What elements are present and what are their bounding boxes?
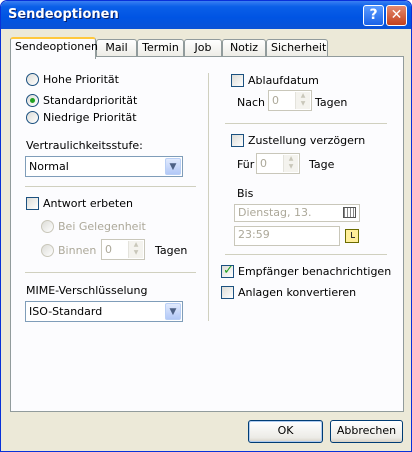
priority-low-label: Niedrige Priorität [43, 111, 137, 124]
help-button[interactable]: ? [363, 5, 384, 26]
priority-standard-radio[interactable] [26, 94, 39, 107]
delay-for-label: Für [237, 158, 255, 171]
priority-high-radio[interactable] [26, 73, 39, 86]
tab-mail[interactable]: Mail [96, 39, 137, 57]
expiry-checkbox[interactable] [231, 74, 244, 87]
divider [25, 186, 196, 187]
priority-low-radio[interactable] [26, 111, 39, 124]
convert-attachments-checkbox[interactable] [221, 286, 234, 299]
reply-within-label: Binnen [58, 244, 97, 257]
mime-select[interactable]: ISO-Standard ▼ [25, 301, 183, 322]
expiry-days-stepper[interactable]: 0 ▲ ▼ [268, 90, 312, 111]
divider [225, 123, 387, 124]
delay-days-unit: Tage [309, 158, 335, 171]
expiry-days-value: 0 [272, 94, 279, 107]
ok-button[interactable]: OK [248, 420, 323, 443]
confidentiality-value: Normal [29, 160, 69, 173]
mime-label: MIME-Verschlüsselung [26, 284, 148, 297]
delay-time-field[interactable]: 23:59 [234, 226, 340, 246]
expiry-days-unit: Tagen [315, 96, 348, 109]
dialog-window: Sendeoptionen ? ✕ Sendeoptionen Mail Ter… [0, 0, 412, 452]
reply-when-convenient-label: Bei Gelegenheit [58, 220, 146, 233]
reply-when-convenient-radio[interactable] [41, 220, 54, 233]
reply-days-unit: Tagen [155, 244, 188, 257]
mime-value: ISO-Standard [29, 305, 103, 318]
cancel-button[interactable]: Abbrechen [330, 420, 403, 443]
confidentiality-label: Vertraulichkeitsstufe: [26, 139, 143, 152]
stepper-buttons[interactable]: ▲ ▼ [283, 155, 298, 172]
notify-recipient-label: Empfänger benachrichtigen [238, 265, 392, 278]
priority-high-label: Hohe Priorität [43, 73, 119, 86]
delay-days-stepper[interactable]: 0 ▲ ▼ [256, 153, 300, 174]
reply-days-value: 0 [105, 243, 112, 256]
calendar-icon[interactable] [343, 207, 356, 218]
reply-requested-checkbox[interactable] [26, 197, 39, 210]
stepper-buttons[interactable]: ▲ ▼ [128, 241, 143, 258]
delay-time-value: 23:59 [238, 228, 270, 241]
tab-notiz[interactable]: Notiz [222, 39, 266, 57]
reply-within-radio[interactable] [41, 244, 54, 257]
notify-recipient-checkbox[interactable] [221, 263, 234, 278]
priority-standard-label: Standardpriorität [43, 94, 138, 107]
title-bar[interactable]: Sendeoptionen ? ✕ [1, 1, 411, 29]
delay-until-label: Bis [237, 187, 254, 200]
delay-delivery-label: Zustellung verzögern [248, 134, 366, 147]
window-title: Sendeoptionen [8, 7, 119, 22]
divider [225, 254, 387, 255]
close-button[interactable]: ✕ [386, 5, 407, 26]
delay-days-value: 0 [260, 157, 267, 170]
expiry-after-label: Nach [237, 96, 265, 109]
tab-sicherheit[interactable]: Sicherheit [266, 39, 328, 57]
delay-date-value: Dienstag, 13. Septem [238, 206, 312, 221]
tab-termin[interactable]: Termin [137, 39, 184, 57]
tab-sendeoptionen[interactable]: Sendeoptionen [10, 37, 98, 59]
expiry-label: Ablaufdatum [248, 74, 319, 87]
chevron-down-icon[interactable]: ▼ [165, 303, 181, 320]
delay-date-picker[interactable]: Dienstag, 13. Septem [234, 204, 360, 222]
delay-delivery-checkbox[interactable] [231, 134, 244, 147]
reply-requested-label: Antwort erbeten [43, 197, 133, 210]
clock-icon[interactable] [345, 229, 359, 243]
convert-attachments-label: Anlagen konvertieren [238, 286, 357, 299]
chevron-down-icon[interactable]: ▼ [165, 158, 181, 175]
column-divider [208, 73, 209, 321]
stepper-buttons[interactable]: ▲ ▼ [295, 92, 310, 109]
reply-days-stepper[interactable]: 0 ▲ ▼ [101, 239, 145, 260]
confidentiality-select[interactable]: Normal ▼ [25, 156, 183, 177]
divider [25, 272, 196, 273]
tab-job[interactable]: Job [184, 39, 222, 57]
